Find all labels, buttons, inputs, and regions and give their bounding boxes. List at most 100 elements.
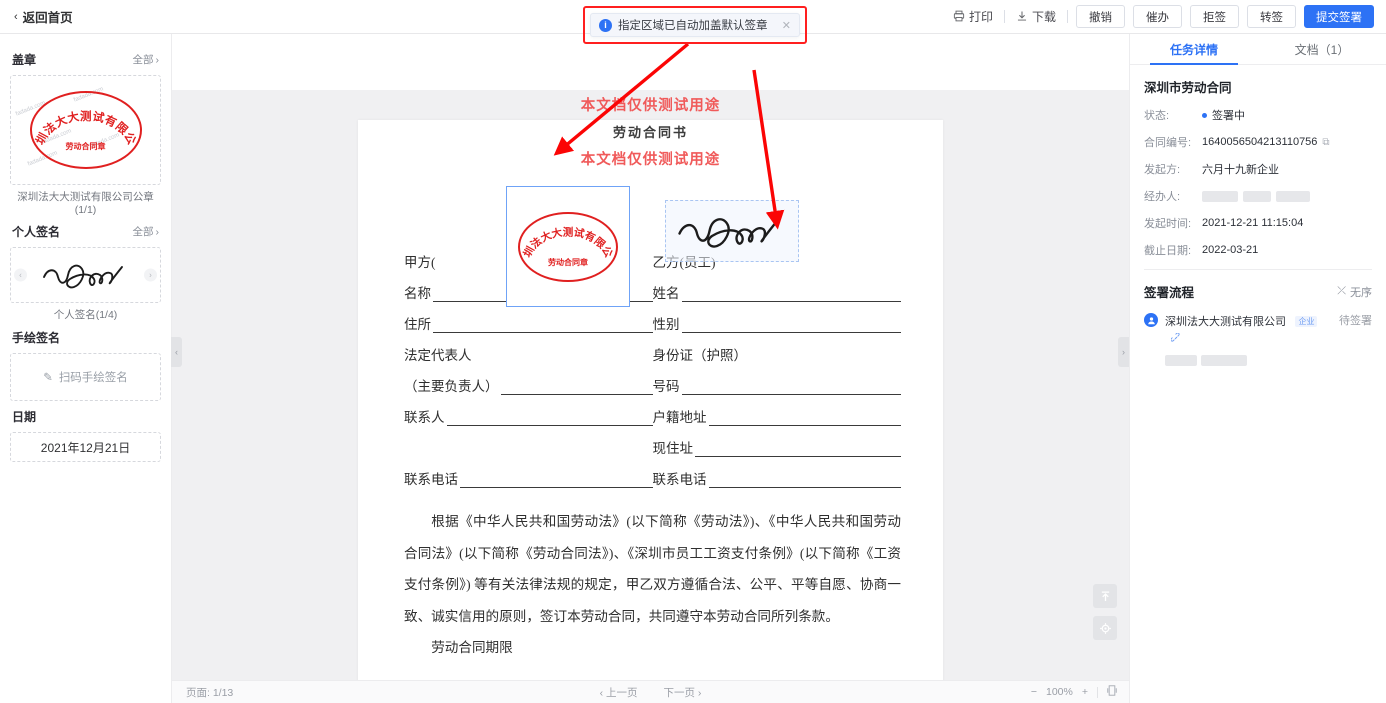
field-label: （主要负责人） bbox=[404, 379, 499, 394]
copy-icon[interactable]: ⧉ bbox=[1322, 137, 1329, 148]
placed-signature-graphic bbox=[677, 218, 778, 248]
pdf-page: 劳动合同书 本文档仅供测试用途 甲方(圳法大大测试有限公 劳动合同章 名称 住… bbox=[358, 120, 943, 680]
zoom-out-button[interactable]: − bbox=[1031, 686, 1037, 698]
document-watermark-top: 本文档仅供测试用途 bbox=[580, 98, 721, 114]
right-panel-tabs: 任务详情 文档（1） bbox=[1130, 34, 1386, 65]
reject-sign-button[interactable]: 拒签 bbox=[1190, 5, 1239, 28]
signature-next-button[interactable]: › bbox=[144, 268, 157, 282]
field-label: 号码 bbox=[652, 379, 680, 394]
field-row: 法定代表人 bbox=[404, 333, 653, 364]
document-next-heading: 劳动合同期限 bbox=[431, 640, 513, 656]
personal-sign-section-header: 个人签名 全部 › bbox=[12, 223, 159, 240]
placed-signature-field[interactable] bbox=[664, 200, 799, 262]
print-label: 打印 bbox=[968, 10, 993, 24]
revoke-button[interactable]: 撤销 bbox=[1076, 5, 1125, 28]
party-a-label: 甲方( bbox=[404, 255, 436, 270]
app-root: ‹ 返回首页 打印 下载 撤销 催办 拒签 转签 提交签署 盖章 全部 › fa… bbox=[0, 0, 1386, 703]
toast-notification: i 指定区域已自动加盖默认签章 ✕ bbox=[590, 13, 800, 37]
chevron-right-icon: › bbox=[155, 53, 160, 66]
field-row: 联系电话 bbox=[404, 457, 653, 488]
locate-button[interactable] bbox=[1093, 616, 1117, 640]
field-label: 联系电话 bbox=[652, 472, 707, 487]
redacted-block bbox=[1165, 355, 1197, 366]
info-icon: i bbox=[599, 18, 612, 32]
signature-prev-button[interactable]: ‹ bbox=[14, 268, 27, 282]
field-line bbox=[681, 287, 901, 302]
hand-sign-section-header: 手绘签名 bbox=[12, 329, 159, 346]
fit-page-icon[interactable] bbox=[1107, 685, 1117, 699]
sign-flow-mode[interactable]: ⤫ 无序 bbox=[1337, 284, 1372, 300]
chevron-left-icon: ‹ bbox=[599, 686, 604, 699]
urge-button[interactable]: 催办 bbox=[1133, 5, 1182, 28]
placed-stamp-graphic: 深圳法大大测试有限公司 劳动合同章 bbox=[518, 211, 618, 282]
next-page-button[interactable]: 下一页 › bbox=[664, 685, 702, 700]
field-row: 姓名 bbox=[653, 271, 901, 302]
pdf-page-scroll[interactable]: 本文档仅供测试用途 劳动合同书 本文档仅供测试用途 甲方(圳法大大测试有限公 … bbox=[172, 34, 1129, 680]
scan-hand-sign-label: 扫码手绘签名 bbox=[58, 372, 128, 384]
close-icon[interactable]: ✕ bbox=[782, 19, 791, 32]
back-home-label: 返回首页 bbox=[22, 11, 73, 25]
tab-task-details[interactable]: 任务详情 bbox=[1130, 34, 1258, 64]
stamp-view-all-link[interactable]: 全部 › bbox=[133, 52, 160, 67]
collapse-right-panel-handle[interactable]: › bbox=[1118, 336, 1129, 367]
document-title: 劳动合同书 bbox=[612, 125, 688, 140]
personal-sign-view-all-link[interactable]: 全部 › bbox=[133, 224, 160, 239]
back-home-button[interactable]: ‹ 返回首页 bbox=[14, 7, 73, 26]
signer-name: 深圳法大大测试有限公司 bbox=[1165, 316, 1286, 328]
field-line bbox=[708, 411, 901, 426]
stamp-thumbnail[interactable]: fadada.com fadada.com fadada.com fadada.… bbox=[10, 75, 161, 185]
submit-signature-button[interactable]: 提交签署 bbox=[1304, 5, 1374, 28]
field-row: 联系人 bbox=[404, 395, 653, 426]
placed-stamp-field[interactable]: 深圳法大大测试有限公司 劳动合同章 bbox=[506, 186, 630, 307]
tab-documents[interactable]: 文档（1） bbox=[1258, 34, 1386, 64]
scroll-to-top-button[interactable] bbox=[1093, 584, 1117, 608]
detail-key: 合同编号: bbox=[1144, 137, 1192, 149]
field-label: 现住址 bbox=[652, 441, 694, 456]
field-row: （主要负责人） bbox=[404, 364, 653, 395]
download-label: 下载 bbox=[1031, 10, 1056, 24]
date-value: 2021年12月21日 bbox=[40, 440, 131, 455]
zoom-controls: − 100% + bbox=[1031, 685, 1117, 699]
stamp-section-title: 盖章 bbox=[12, 53, 37, 67]
field-label: 联系人 bbox=[404, 410, 445, 425]
prev-page-button[interactable]: ‹ 上一页 bbox=[600, 685, 638, 700]
download-button[interactable]: 下载 bbox=[1005, 8, 1067, 25]
initiator-value: 六月十九新企业 bbox=[1202, 164, 1279, 176]
chevron-right-icon: › bbox=[1122, 346, 1125, 357]
zoom-in-button[interactable]: + bbox=[1082, 686, 1088, 698]
field-label: 身份证（护照） bbox=[652, 348, 748, 363]
collapse-left-panel-handle[interactable]: ‹ bbox=[171, 336, 182, 367]
pdf-viewer[interactable]: 本文档仅供测试用途 劳动合同书 本文档仅供测试用途 甲方(圳法大大测试有限公 … bbox=[172, 34, 1129, 703]
field-row-spacer bbox=[404, 426, 653, 457]
field-label: 性别 bbox=[652, 317, 680, 332]
date-tile[interactable]: 2021年12月21日 bbox=[10, 432, 161, 462]
pen-icon: ✎ bbox=[43, 372, 53, 384]
section-divider bbox=[1144, 269, 1372, 270]
stamp-sub-text: 劳动合同章 bbox=[548, 257, 588, 267]
scan-hand-sign-tile[interactable]: ✎ 扫码手绘签名 bbox=[10, 353, 161, 401]
detail-row-status: 状态: 签署中 bbox=[1144, 107, 1372, 123]
field-row: 现住址 bbox=[652, 426, 901, 457]
field-row: 号码 bbox=[652, 364, 901, 395]
link-icon[interactable] bbox=[1170, 332, 1181, 346]
detail-row-handler: 经办人: bbox=[1144, 188, 1372, 204]
personal-signature-thumbnail[interactable]: ‹ › bbox=[10, 247, 161, 303]
transfer-sign-button[interactable]: 转签 bbox=[1247, 5, 1296, 28]
start-time-value: 2021-12-21 11:15:04 bbox=[1202, 217, 1304, 229]
company-stamp-graphic: 深圳法大大测试有限公司 劳动合同章 bbox=[29, 91, 142, 169]
signer-status: 待签署 bbox=[1339, 315, 1372, 327]
print-button[interactable]: 打印 bbox=[942, 8, 1004, 25]
chevron-left-icon: ‹ bbox=[175, 346, 178, 357]
status-dot-icon bbox=[1202, 112, 1207, 118]
field-row: 身份证（护照） bbox=[653, 333, 902, 364]
field-line bbox=[433, 318, 653, 333]
shuffle-icon: ⤫ bbox=[1337, 285, 1346, 297]
detail-key: 状态: bbox=[1144, 110, 1170, 122]
signer-row: 深圳法大大测试有限公司 企业 待签署 bbox=[1144, 312, 1372, 371]
detail-row-deadline: 截止日期: 2022-03-21 bbox=[1144, 242, 1372, 258]
status-badge: 签署中 bbox=[1212, 110, 1245, 122]
sign-flow-header: 签署流程 ⤫ 无序 bbox=[1144, 282, 1372, 301]
hand-sign-section-title: 手绘签名 bbox=[12, 331, 61, 345]
detail-row-contract-number: 合同编号: 1640056504213110756 ⧉ bbox=[1144, 134, 1372, 150]
prev-page-label: 上一页 bbox=[606, 686, 638, 699]
